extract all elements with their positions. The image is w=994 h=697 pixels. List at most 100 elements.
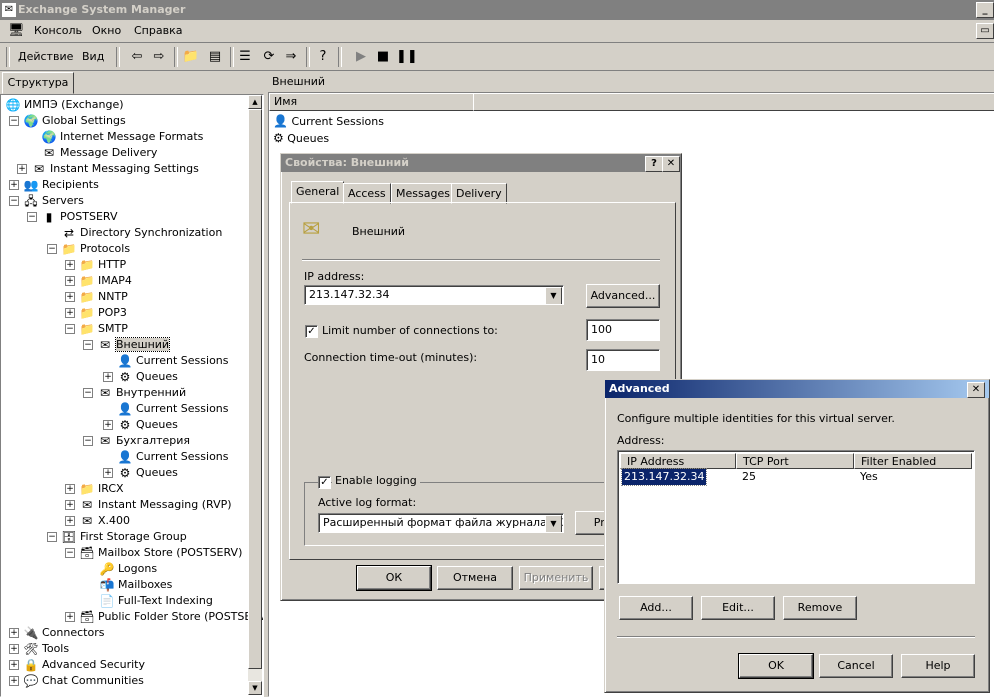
tree-item[interactable]: 👤 Current Sessions	[117, 449, 229, 465]
tree-item[interactable]: 📁 IRCX	[79, 481, 124, 497]
collapse-icon[interactable]: −	[47, 244, 57, 254]
expand-icon[interactable]: +	[65, 612, 75, 622]
close-icon[interactable]: ✕	[967, 382, 985, 398]
expand-icon[interactable]: +	[65, 308, 75, 318]
tree-item[interactable]: 📄 Full-Text Indexing	[99, 593, 213, 609]
tree-item[interactable]: 🔒 Advanced Security	[23, 657, 146, 673]
tree-item[interactable]: 🌍 Global Settings	[23, 113, 126, 129]
stop-icon[interactable]: ■	[374, 48, 392, 66]
menu-window[interactable]: Окно	[92, 23, 121, 39]
tree-scrollbar[interactable]: ▲ ▼	[248, 95, 262, 695]
collapse-icon[interactable]: −	[9, 116, 19, 126]
tree-item[interactable]: 🔌 Connectors	[23, 625, 105, 641]
forward-icon[interactable]: ⇨	[150, 48, 168, 66]
tree-item[interactable]: 🛠 Tools	[23, 641, 69, 657]
help-icon[interactable]: ?	[645, 156, 663, 172]
ok-button[interactable]: ОК	[356, 565, 432, 591]
expand-icon[interactable]: +	[9, 180, 19, 190]
tree-item[interactable]: 👤 Current Sessions	[117, 353, 229, 369]
tree-item[interactable]: ✉ Бухгалтерия	[97, 433, 190, 449]
list-item[interactable]: ⚙ Queues	[273, 130, 329, 146]
tab-messages[interactable]: Messages	[391, 183, 455, 204]
chevron-down-icon[interactable]: ▼	[545, 515, 562, 532]
show-tree-icon[interactable]: ▤	[206, 48, 224, 66]
collapse-icon[interactable]: −	[47, 532, 57, 542]
tree-item[interactable]: 🌍 Internet Message Formats	[41, 129, 204, 145]
tree-item[interactable]: 🗃 Public Folder Store (POSTSERV)	[79, 609, 263, 625]
menu-view[interactable]: Вид	[82, 49, 104, 65]
tree-item[interactable]: 📁 SMTP	[79, 321, 128, 337]
tree-item[interactable]: 📬 Mailboxes	[99, 577, 173, 593]
expand-icon[interactable]: +	[103, 372, 113, 382]
address-list[interactable]: IP Address TCP Port Filter Enabled 213.1…	[617, 450, 975, 584]
expand-icon[interactable]: +	[65, 292, 75, 302]
menu-help[interactable]: Справка	[134, 23, 182, 39]
tree-item[interactable]: 💬 Chat Communities	[23, 673, 144, 689]
up-folder-icon[interactable]: 📁	[182, 48, 200, 66]
tree-item[interactable]: 👤 Current Sessions	[117, 401, 229, 417]
tree-item[interactable]: ✉ X.400	[79, 513, 130, 529]
apply-button[interactable]: Применить	[519, 566, 593, 590]
minimize-button[interactable]: _	[976, 2, 994, 18]
tree-item[interactable]: 🖧 Servers	[23, 193, 84, 209]
tab-general[interactable]: General	[291, 181, 345, 204]
tree-item[interactable]: 📁 Protocols	[61, 241, 131, 257]
tree-item[interactable]: 📁 POP3	[79, 305, 127, 321]
expand-icon[interactable]: +	[65, 500, 75, 510]
menu-console[interactable]: Консоль	[34, 23, 82, 39]
log-format-dropdown[interactable]: Расширенный формат файла журнала W3C ▼	[318, 513, 564, 533]
tree-item[interactable]: ⚙ Queues	[117, 369, 178, 385]
collapse-icon[interactable]: −	[83, 340, 93, 350]
tree-item[interactable]: ⇄ Directory Synchronization	[61, 225, 222, 241]
scroll-down-icon[interactable]: ▼	[248, 681, 262, 695]
tree-item[interactable]: 🔑 Logons	[99, 561, 158, 577]
tab-access[interactable]: Access	[343, 183, 391, 204]
collapse-icon[interactable]: −	[9, 196, 19, 206]
ip-address-dropdown[interactable]: 213.147.32.34 ▼	[304, 285, 564, 305]
expand-icon[interactable]: +	[9, 676, 19, 686]
table-row[interactable]: 213.147.32.34 25 Yes	[620, 468, 972, 486]
restore-button[interactable]: ▭	[976, 23, 994, 39]
tree-item[interactable]: ✉ Instant Messaging Settings	[31, 161, 199, 177]
menu-action[interactable]: Действие	[18, 49, 73, 65]
collapse-icon[interactable]: −	[27, 212, 37, 222]
tree-item[interactable]: 👥 Recipients	[23, 177, 99, 193]
collapse-icon[interactable]: −	[83, 388, 93, 398]
expand-icon[interactable]: +	[9, 644, 19, 654]
play-icon[interactable]: ▶	[352, 48, 370, 66]
list-item[interactable]: 👤 Current Sessions	[273, 113, 384, 129]
help-icon[interactable]: ?	[314, 48, 332, 66]
expand-icon[interactable]: +	[65, 260, 75, 270]
tree-item[interactable]: ✉ Внешний	[97, 337, 171, 353]
column-ip-address[interactable]: IP Address	[620, 453, 736, 469]
expand-icon[interactable]: +	[65, 276, 75, 286]
expand-icon[interactable]: +	[17, 164, 27, 174]
pause-icon[interactable]: ❚❚	[396, 48, 418, 66]
tree-item[interactable]: 📁 IMAP4	[79, 273, 132, 289]
tree-item[interactable]: ✉ Instant Messaging (RVP)	[79, 497, 232, 513]
cancel-button[interactable]: Cancel	[819, 654, 893, 678]
help-button[interactable]: Help	[901, 654, 975, 678]
chevron-down-icon[interactable]: ▼	[545, 287, 562, 304]
expand-icon[interactable]: +	[9, 660, 19, 670]
expand-icon[interactable]: +	[103, 420, 113, 430]
scroll-thumb[interactable]	[248, 109, 262, 669]
tree-item[interactable]: 🌐 ИМПЭ (Exchange)	[5, 97, 124, 113]
limit-connections-field[interactable]: 100	[586, 319, 660, 341]
collapse-icon[interactable]: −	[83, 436, 93, 446]
tree-item[interactable]: 🗃 Mailbox Store (POSTSERV)	[79, 545, 242, 561]
tree-item[interactable]: ✉ Внутренний	[97, 385, 186, 401]
enable-logging-checkbox[interactable]: ✓	[318, 476, 331, 489]
properties-icon[interactable]: ☰	[236, 48, 254, 66]
back-icon[interactable]: ⇦	[128, 48, 146, 66]
tab-structure[interactable]: Структура	[2, 72, 74, 94]
edit-button[interactable]: Edit...	[701, 596, 775, 620]
refresh-icon[interactable]: ⟳	[260, 48, 278, 66]
expand-icon[interactable]: +	[9, 628, 19, 638]
scroll-up-icon[interactable]: ▲	[248, 95, 262, 109]
remove-button[interactable]: Remove	[783, 596, 857, 620]
tree-item[interactable]: ⚙ Queues	[117, 465, 178, 481]
timeout-field[interactable]: 10	[586, 349, 660, 371]
tree-item[interactable]: ✉ Message Delivery	[41, 145, 157, 161]
cancel-button[interactable]: Отмена	[437, 566, 513, 590]
